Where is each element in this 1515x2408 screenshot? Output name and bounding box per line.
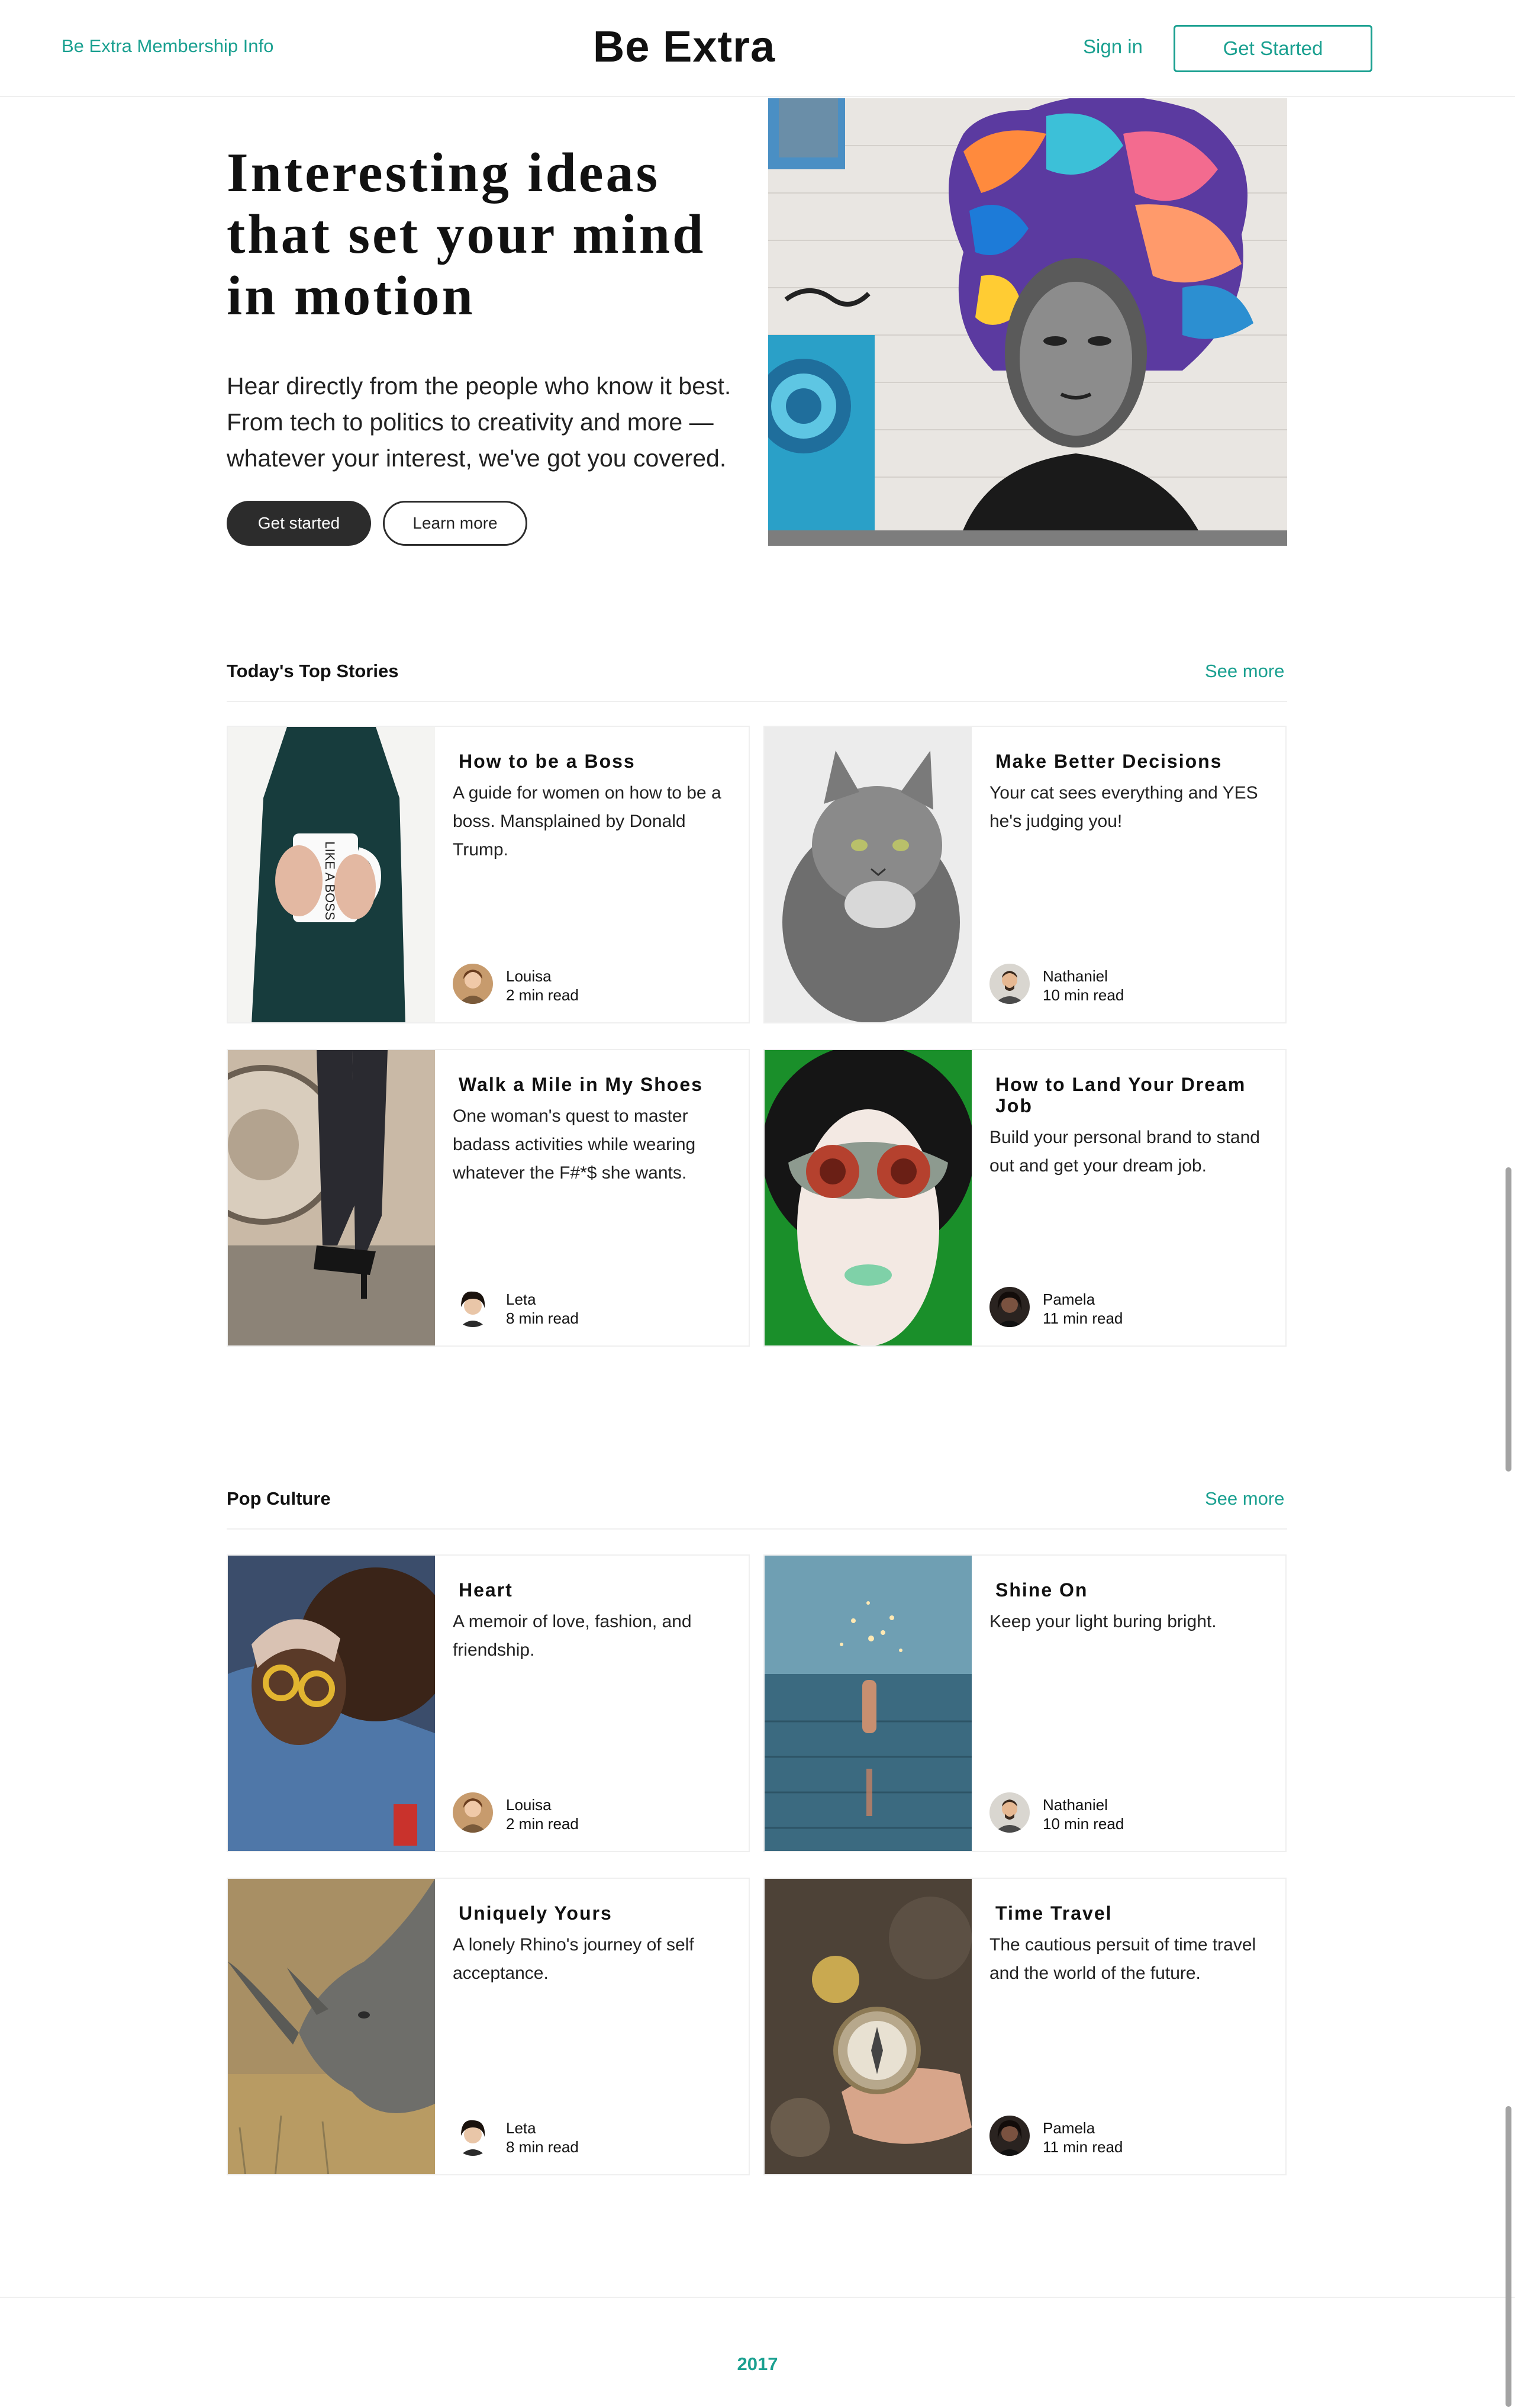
author-name[interactable]: Pamela xyxy=(1043,2119,1095,2137)
story-image-rhino xyxy=(228,1879,435,2174)
story-description: A memoir of love, fashion, and friendshi… xyxy=(453,1612,692,1660)
story-title[interactable]: Time Travel xyxy=(995,1902,1274,1924)
story-description: The cautious persuit of time travel and … xyxy=(989,1935,1256,1983)
avatar xyxy=(453,2116,493,2156)
author-name[interactable]: Nathaniel xyxy=(1043,967,1108,986)
author-name[interactable]: Leta xyxy=(506,1290,536,1309)
hero-mural-image xyxy=(768,98,1287,546)
read-time: 10 min read xyxy=(1043,986,1124,1004)
avatar xyxy=(453,964,493,1004)
hero-title: Interesting ideas that set your mind in … xyxy=(227,142,706,327)
story-image-heart xyxy=(228,1556,435,1851)
section-divider xyxy=(227,1528,1287,1530)
read-time: 2 min read xyxy=(506,986,579,1004)
story-card[interactable]: Make Better Decisions Your cat sees ever… xyxy=(763,726,1287,1023)
story-title[interactable]: How to Land Your Dream Job xyxy=(995,1074,1274,1116)
avatar xyxy=(989,1287,1030,1327)
author-name[interactable]: Nathaniel xyxy=(1043,1796,1108,1814)
story-title[interactable]: How to be a Boss xyxy=(459,751,737,772)
story-image-sparkler xyxy=(765,1556,972,1851)
see-more-pop-culture[interactable]: See more xyxy=(1205,1488,1284,1509)
story-title[interactable]: Heart xyxy=(459,1579,737,1601)
read-time: 8 min read xyxy=(506,1309,579,1327)
story-image-mask xyxy=(765,1050,972,1345)
read-time: 2 min read xyxy=(506,1815,579,1833)
author-name[interactable]: Louisa xyxy=(506,1796,552,1814)
site-header: Be Extra Membership Info Be Extra Sign i… xyxy=(0,0,1515,97)
get-started-button[interactable]: Get Started xyxy=(1174,25,1372,72)
story-card[interactable]: Heart A memoir of love, fashion, and fri… xyxy=(227,1554,750,1852)
see-more-top-stories[interactable]: See more xyxy=(1205,661,1284,682)
avatar xyxy=(989,964,1030,1004)
section-divider xyxy=(227,701,1287,702)
author-name[interactable]: Louisa xyxy=(506,967,552,986)
story-card[interactable]: LIKE A BOSS How to be a Boss A guide for… xyxy=(227,726,750,1023)
learn-more-button[interactable]: Learn more xyxy=(383,501,527,546)
story-description: Your cat sees everything and YES he's ju… xyxy=(989,783,1258,831)
section-title-top-stories: Today's Top Stories xyxy=(227,661,399,681)
footer-year: 2017 xyxy=(737,2354,778,2374)
story-title[interactable]: Uniquely Yours xyxy=(459,1902,737,1924)
section-title-pop-culture: Pop Culture xyxy=(227,1488,331,1509)
story-image-cat xyxy=(765,727,972,1022)
story-description: Keep your light buring bright. xyxy=(989,1612,1217,1631)
avatar xyxy=(989,1792,1030,1833)
scrollbar-thumb[interactable] xyxy=(1506,2106,1511,2407)
story-description: A guide for women on how to be a boss. M… xyxy=(453,783,721,859)
avatar xyxy=(453,1287,493,1327)
hero-subtitle: Hear directly from the people who know i… xyxy=(227,372,731,472)
story-card[interactable]: Shine On Keep your light buring bright. … xyxy=(763,1554,1287,1852)
story-description: Build your personal brand to stand out a… xyxy=(989,1128,1260,1176)
site-logo[interactable]: Be Extra xyxy=(0,21,1368,72)
read-time: 11 min read xyxy=(1043,2138,1123,2156)
story-title[interactable]: Make Better Decisions xyxy=(995,751,1274,772)
story-card[interactable]: Uniquely Yours A lonely Rhino's journey … xyxy=(227,1878,750,2175)
story-card[interactable]: How to Land Your Dream Job Build your pe… xyxy=(763,1049,1287,1347)
avatar xyxy=(453,1792,493,1833)
site-footer: 2017 xyxy=(0,2297,1515,2408)
story-title[interactable]: Shine On xyxy=(995,1579,1274,1601)
svg-text:LIKE A BOSS: LIKE A BOSS xyxy=(323,841,337,920)
story-card[interactable]: Time Travel The cautious persuit of time… xyxy=(763,1878,1287,2175)
story-image-mug: LIKE A BOSS xyxy=(228,727,435,1022)
scrollbar-thumb[interactable] xyxy=(1506,1167,1511,1472)
read-time: 10 min read xyxy=(1043,1815,1124,1833)
read-time: 8 min read xyxy=(506,2138,579,2156)
author-name[interactable]: Pamela xyxy=(1043,1290,1095,1309)
author-name[interactable]: Leta xyxy=(506,2119,536,2137)
story-description: One woman's quest to master badass activ… xyxy=(453,1106,696,1183)
story-card[interactable]: Walk a Mile in My Shoes One woman's ques… xyxy=(227,1049,750,1347)
story-image-shoes xyxy=(228,1050,435,1345)
hero-get-started-button[interactable]: Get started xyxy=(227,501,371,546)
sign-in-link[interactable]: Sign in xyxy=(1083,36,1143,58)
read-time: 11 min read xyxy=(1043,1309,1123,1327)
story-title[interactable]: Walk a Mile in My Shoes xyxy=(459,1074,737,1095)
story-image-compass xyxy=(765,1879,972,2174)
avatar xyxy=(989,2116,1030,2156)
story-description: A lonely Rhino's journey of self accepta… xyxy=(453,1935,694,1983)
